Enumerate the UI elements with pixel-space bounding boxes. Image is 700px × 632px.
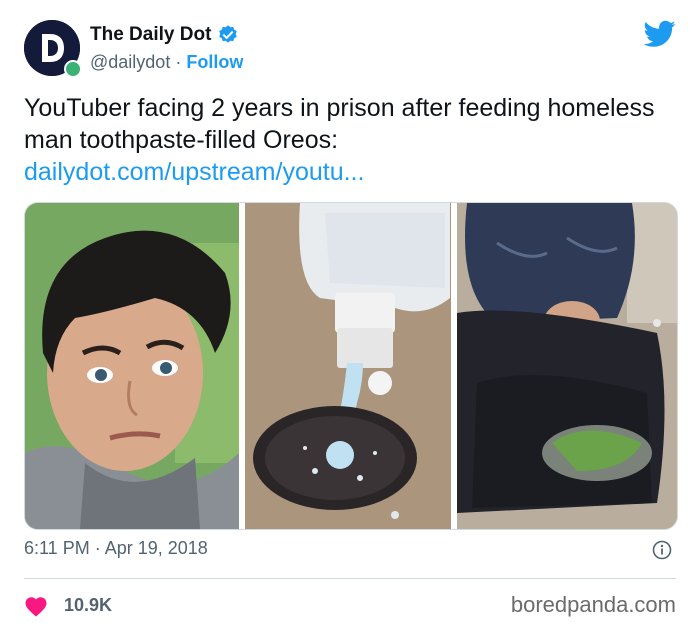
twitter-bird-icon[interactable] [644, 20, 676, 48]
tweet-card: The Daily Dot @dailydot · Follow YouTube… [0, 0, 700, 632]
divider [24, 578, 676, 579]
photo-toothpaste-oreo[interactable] [245, 203, 451, 529]
photo-youtuber-face[interactable] [25, 203, 239, 529]
media-grid[interactable] [24, 202, 678, 530]
tweet-text: YouTuber facing 2 years in prison after … [24, 92, 664, 188]
verified-badge-icon [219, 25, 238, 43]
info-icon[interactable] [652, 540, 672, 560]
tweet-timestamp[interactable]: 6:11 PM · Apr 19, 2018 [24, 538, 208, 559]
tweet-body: YouTuber facing 2 years in prison after … [24, 94, 655, 154]
author-name-row: The Daily Dot [90, 24, 239, 46]
author-name[interactable]: The Daily Dot [90, 24, 211, 46]
heart-icon[interactable] [24, 595, 48, 617]
online-status-dot [64, 60, 82, 78]
author-handle[interactable]: @dailydot [90, 52, 170, 72]
photo-homeless-man[interactable] [457, 203, 677, 529]
avatar[interactable] [24, 20, 82, 78]
follow-button[interactable]: Follow [186, 52, 243, 72]
like-count[interactable]: 10.9K [64, 595, 112, 616]
tweet-header: The Daily Dot @dailydot · Follow [24, 20, 676, 80]
tweet-footer: 10.9K boredpanda.com [24, 592, 676, 622]
article-link[interactable]: dailydot.com/upstream/youtu... [24, 156, 664, 188]
author-handle-row: @dailydot · Follow [90, 52, 243, 73]
watermark: boredpanda.com [510, 592, 676, 617]
separator-dot: · [175, 52, 182, 72]
